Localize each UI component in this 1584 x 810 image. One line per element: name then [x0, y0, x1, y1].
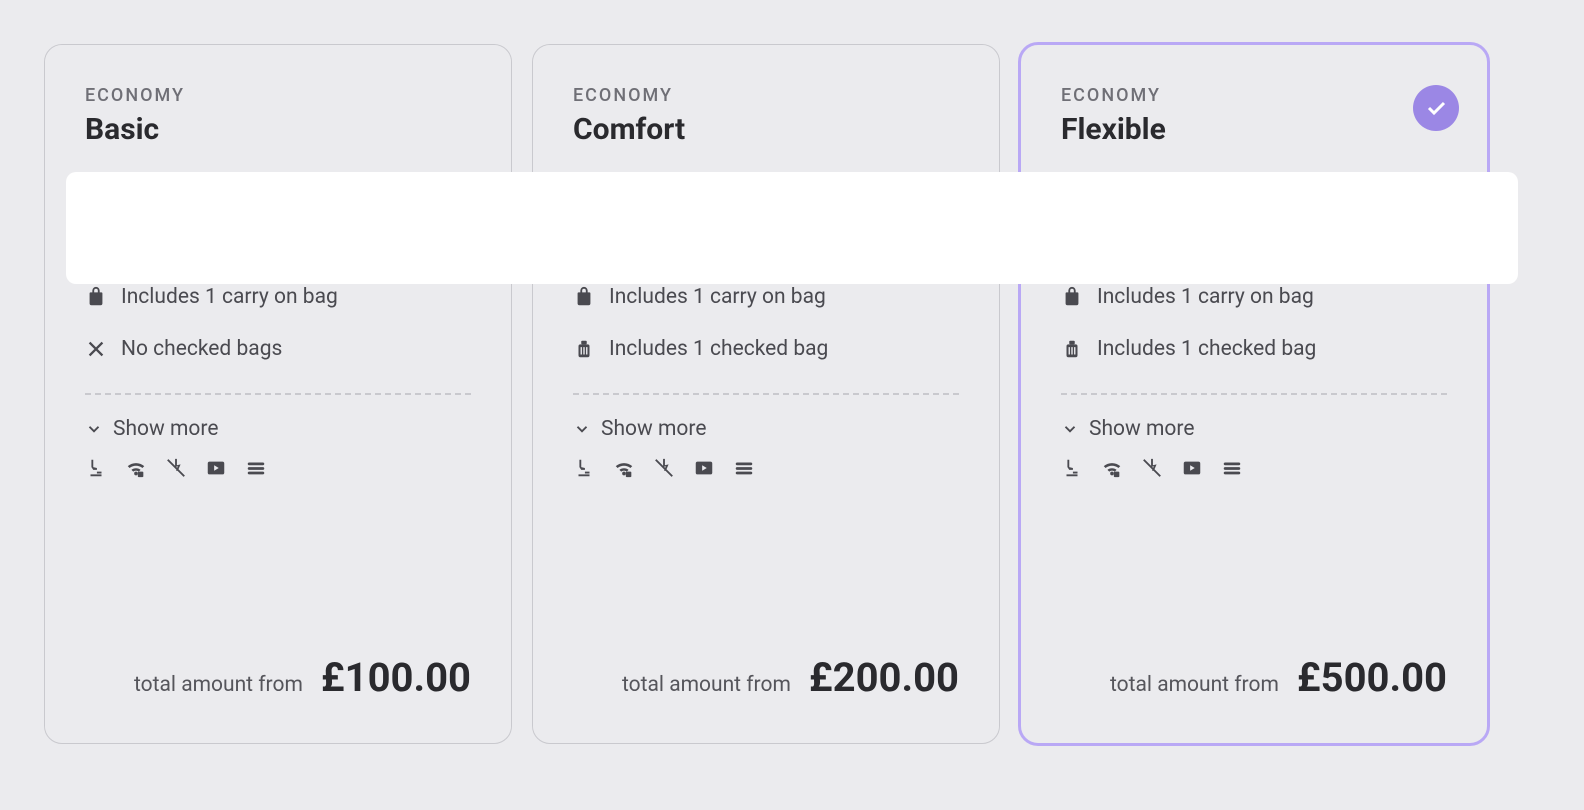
feature-text: Includes 1 carry on bag	[609, 285, 826, 309]
amenities-row	[533, 451, 999, 479]
luggage-icon	[573, 338, 595, 360]
bag-icon	[573, 286, 595, 308]
fare-card-comfort[interactable]: ECONOMY Comfort Changeable (£50 fee) Ref…	[532, 44, 1000, 744]
meal-icon	[245, 457, 267, 479]
seat-icon	[573, 457, 595, 479]
feature-text: No checked bags	[121, 337, 282, 361]
fare-card-flexible[interactable]: ECONOMY Flexible Fully Changeable Fully …	[1020, 44, 1488, 744]
fare-eyebrow: ECONOMY	[85, 85, 471, 106]
show-more-toggle[interactable]: Show more	[533, 395, 999, 451]
chevron-down-icon	[1061, 420, 1079, 438]
feature-row: No checked bags	[45, 323, 511, 375]
chevron-down-icon	[573, 420, 591, 438]
feature-text: Includes 1 checked bag	[609, 337, 828, 361]
fare-tier: Flexible	[1061, 112, 1447, 147]
feature-text: Includes 1 carry on bag	[1097, 285, 1314, 309]
show-more-label: Show more	[1089, 417, 1194, 441]
fare-eyebrow: ECONOMY	[573, 85, 959, 106]
entertainment-icon	[693, 457, 715, 479]
wifi-icon	[613, 457, 635, 479]
feature-row: Includes 1 checked bag	[1021, 323, 1487, 375]
bag-icon	[85, 286, 107, 308]
bag-icon	[1061, 286, 1083, 308]
total-label: total amount from	[134, 673, 303, 697]
power-off-icon	[1141, 457, 1163, 479]
price: £200.00	[809, 654, 959, 701]
seat-icon	[85, 457, 107, 479]
meal-icon	[733, 457, 755, 479]
feature-row: Includes 1 checked bag	[533, 323, 999, 375]
show-more-label: Show more	[113, 417, 218, 441]
total-label: total amount from	[622, 673, 791, 697]
highlight-band	[66, 172, 1518, 284]
fare-tier: Comfort	[573, 112, 959, 147]
amenities-row	[1021, 451, 1487, 479]
total-label: total amount from	[1110, 673, 1279, 697]
show-more-toggle[interactable]: Show more	[45, 395, 511, 451]
fare-tier: Basic	[85, 112, 471, 147]
feature-text: Includes 1 carry on bag	[121, 285, 338, 309]
x-icon	[85, 338, 107, 360]
show-more-label: Show more	[601, 417, 706, 441]
entertainment-icon	[205, 457, 227, 479]
price: £500.00	[1297, 654, 1447, 701]
meal-icon	[1221, 457, 1243, 479]
luggage-icon	[1061, 338, 1083, 360]
feature-text: Includes 1 checked bag	[1097, 337, 1316, 361]
seat-icon	[1061, 457, 1083, 479]
fare-card-basic[interactable]: ECONOMY Basic Not changeable Not refunda…	[44, 44, 512, 744]
fare-cards-row: ECONOMY Basic Not changeable Not refunda…	[44, 44, 1488, 744]
wifi-icon	[1101, 457, 1123, 479]
entertainment-icon	[1181, 457, 1203, 479]
chevron-down-icon	[85, 420, 103, 438]
power-off-icon	[165, 457, 187, 479]
show-more-toggle[interactable]: Show more	[1021, 395, 1487, 451]
price: £100.00	[321, 654, 471, 701]
wifi-icon	[125, 457, 147, 479]
amenities-row	[45, 451, 511, 479]
fare-eyebrow: ECONOMY	[1061, 85, 1447, 106]
power-off-icon	[653, 457, 675, 479]
